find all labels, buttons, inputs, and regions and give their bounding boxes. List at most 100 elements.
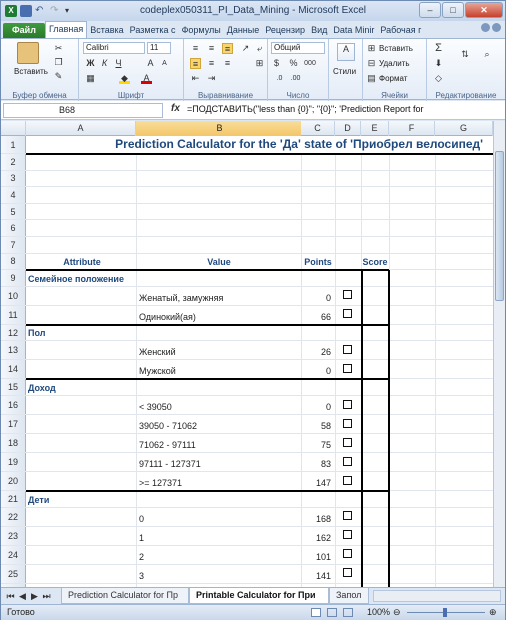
decrease-font-icon[interactable]: A (159, 58, 170, 69)
help-icon[interactable] (481, 23, 490, 32)
table-row[interactable]: 14 Мужской 0 (1, 360, 493, 380)
sort-filter-icon[interactable]: ⇅ (457, 49, 473, 67)
tab-file[interactable]: Файл (3, 23, 45, 38)
table-row[interactable]: 10 Женатый, замужняя 0 (1, 286, 493, 306)
table-row[interactable]: 9 Семейное положение (1, 270, 493, 287)
row-header[interactable]: 14 (1, 360, 26, 379)
select-checkbox[interactable] (343, 290, 352, 300)
table-row[interactable]: 21 Дети (1, 491, 493, 508)
tab-home[interactable]: Главная (44, 21, 88, 38)
underline-button[interactable]: Ч (113, 58, 124, 69)
align-top-icon[interactable]: ≡ (190, 43, 201, 54)
table-row[interactable]: 6 (1, 220, 493, 237)
row-header[interactable]: 13 (1, 341, 26, 360)
tab-view[interactable]: Вид (308, 23, 330, 38)
tab-formulas[interactable]: Формулы (179, 23, 224, 38)
select-checkbox[interactable] (343, 475, 352, 485)
table-row[interactable]: 25 3 141 (1, 564, 493, 584)
cut-icon[interactable]: ✂ (53, 43, 64, 54)
paste-icon[interactable] (17, 42, 39, 64)
row-header[interactable]: 16 (1, 396, 26, 414)
table-row[interactable]: 24 2 101 (1, 545, 493, 565)
row-header[interactable]: 23 (1, 526, 26, 545)
row-header[interactable]: 24 (1, 545, 26, 564)
format-cells-button[interactable]: Формат (379, 74, 407, 83)
row-header[interactable]: 21 (1, 491, 26, 507)
table-row[interactable]: 5 (1, 203, 493, 221)
paste-button[interactable]: Вставить (14, 67, 48, 76)
column-header-e[interactable]: E (361, 121, 389, 136)
select-checkbox[interactable] (343, 418, 352, 428)
sheet-tab-prediction[interactable]: Prediction Calculator for Пр (61, 588, 189, 604)
row-header[interactable]: 11 (1, 305, 26, 324)
column-header-a[interactable]: A (26, 121, 136, 136)
row-header[interactable]: 12 (1, 324, 26, 341)
table-row[interactable]: 2 (1, 154, 493, 171)
zoom-slider-thumb[interactable] (443, 608, 447, 617)
font-color-icon[interactable]: A (141, 73, 152, 84)
font-size-select[interactable]: 11 (147, 42, 171, 54)
select-checkbox[interactable] (343, 399, 352, 409)
percent-button[interactable]: % (288, 58, 299, 69)
increase-font-icon[interactable]: A (145, 58, 156, 69)
delete-cells-icon[interactable]: ⊟ (366, 58, 377, 69)
row-header[interactable]: 6 (1, 220, 26, 236)
table-row[interactable]: 4 (1, 187, 493, 204)
format-painter-icon[interactable]: ✎ (53, 71, 64, 82)
row-header[interactable]: 18 (1, 434, 26, 452)
align-right-icon[interactable]: ≡ (222, 58, 233, 69)
table-row[interactable]: 7 (1, 237, 493, 254)
select-all-corner[interactable] (1, 121, 26, 136)
row-header[interactable]: 22 (1, 507, 26, 526)
select-checkbox[interactable] (343, 456, 352, 466)
decrease-indent-icon[interactable]: ⇤ (190, 73, 201, 84)
align-left-icon[interactable]: ≡ (190, 58, 201, 69)
table-row[interactable]: 18 71062 - 97111 75 (1, 434, 493, 453)
insert-cells-icon[interactable]: ⊞ (366, 43, 377, 54)
page-break-view-icon[interactable] (343, 608, 353, 617)
table-row[interactable]: 15 Доход (1, 379, 493, 396)
table-row[interactable]: 11 Одинокий(ая) 66 (1, 305, 493, 325)
first-sheet-icon[interactable]: ⏮ (5, 591, 16, 602)
autosum-button[interactable]: Σ (433, 43, 444, 54)
row-header[interactable]: 2 (1, 154, 26, 170)
fill-color-icon[interactable]: ◆ (119, 73, 130, 84)
merge-icon[interactable]: ⊞ (254, 58, 265, 69)
table-row[interactable]: 19 97111 - 127371 83 (1, 453, 493, 472)
find-select-icon[interactable]: ⌕ (479, 49, 495, 67)
row-header[interactable]: 25 (1, 564, 26, 583)
align-bottom-icon[interactable]: ≡ (222, 43, 233, 54)
column-header-f[interactable]: F (389, 121, 435, 136)
select-checkbox[interactable] (343, 309, 352, 319)
format-cells-icon[interactable]: ▤ (366, 73, 377, 84)
bold-button[interactable]: Ж (85, 58, 96, 69)
table-row[interactable]: 1 Prediction Calculator for the 'Да' stat… (1, 136, 493, 154)
table-row[interactable]: 16 < 39050 0 (1, 396, 493, 415)
increase-indent-icon[interactable]: ⇥ (206, 73, 217, 84)
row-header[interactable]: 8 (1, 253, 26, 270)
table-row[interactable]: 8 Attribute Value Points Score (1, 253, 493, 271)
column-header-g[interactable]: G (435, 121, 493, 136)
row-header[interactable]: 9 (1, 270, 26, 286)
page-layout-view-icon[interactable] (327, 608, 337, 617)
font-name-select[interactable]: Calibri (83, 42, 145, 54)
horizontal-scrollbar[interactable] (373, 590, 501, 602)
delete-cells-button[interactable]: Удалить (379, 59, 410, 68)
increase-decimal-icon[interactable]: .0 (274, 73, 285, 84)
table-row[interactable]: 13 Женский 26 (1, 341, 493, 361)
row-header[interactable]: 7 (1, 237, 26, 253)
row-header[interactable]: 5 (1, 203, 26, 220)
tab-data-mining[interactable]: Data Minir (330, 23, 377, 38)
vertical-scrollbar[interactable] (493, 121, 505, 587)
row-header[interactable]: 15 (1, 379, 26, 395)
zoom-out-icon[interactable]: ⊖ (393, 605, 401, 620)
align-center-icon[interactable]: ≡ (206, 58, 217, 69)
table-row[interactable]: 3 (1, 170, 493, 188)
row-header[interactable]: 19 (1, 453, 26, 471)
insert-cells-button[interactable]: Вставить (379, 44, 413, 53)
styles-button[interactable]: Стили (333, 67, 356, 76)
zoom-in-icon[interactable]: ⊕ (489, 605, 497, 620)
function-icon[interactable]: fx (171, 103, 180, 114)
select-checkbox[interactable] (343, 568, 352, 578)
row-header[interactable]: 1 (1, 136, 26, 153)
